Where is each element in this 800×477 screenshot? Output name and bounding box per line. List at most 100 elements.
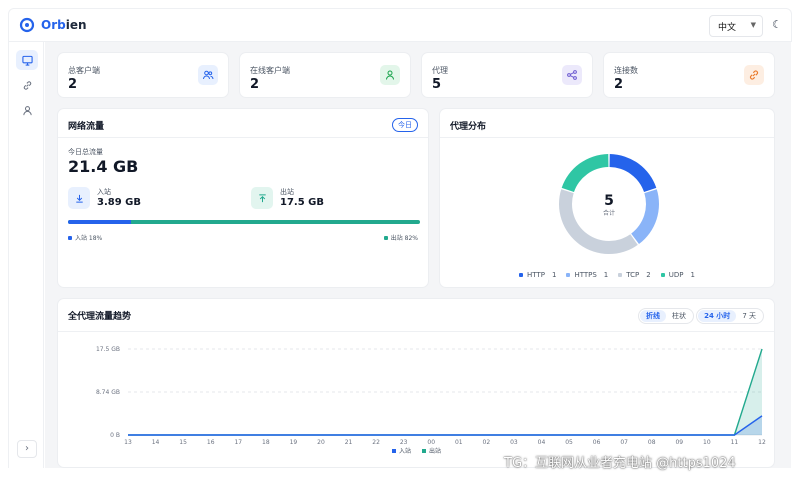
inbound-legend-text: 入站 18% xyxy=(75,235,103,242)
upload-icon xyxy=(251,187,273,209)
brand-name: Orbien xyxy=(41,18,87,32)
chart-mode-toggle: 折线 柱状 xyxy=(638,308,694,324)
x-tick-label: 06 xyxy=(593,439,601,446)
sidebar-item-clients[interactable] xyxy=(16,100,38,120)
traffic-trend-panel: 全代理流量趋势 折线 柱状 24 小时 7 天 17.5 GB 8.74 GB 0 … xyxy=(57,298,775,468)
mode-line-option[interactable]: 折线 xyxy=(640,310,666,322)
x-tick-label: 09 xyxy=(675,439,683,446)
sidebar-expand-button[interactable]: › xyxy=(17,440,37,458)
sidebar-item-proxies[interactable] xyxy=(16,75,38,95)
legend-label[interactable]: 入站 xyxy=(399,447,411,455)
stat-card-connections: 连接数 2 xyxy=(603,52,775,98)
inbound-swatch xyxy=(68,235,72,240)
inbound-value: 3.89 GB xyxy=(97,197,141,208)
area-outbound xyxy=(128,349,762,435)
y-tick-label: 0 B xyxy=(110,432,120,439)
x-tick-label: 13 xyxy=(124,439,132,446)
divider xyxy=(440,137,774,138)
legend-count: 1 xyxy=(690,271,695,279)
network-traffic-panel: 网络流量 今日 今日总流量 21.4 GB 入站 3.89 GB 出站 17.5… xyxy=(57,108,429,288)
x-tick-label: 15 xyxy=(179,439,187,446)
legend-label: HTTP xyxy=(527,271,545,279)
legend-item-udp[interactable]: UDP 1 xyxy=(660,271,695,279)
total-traffic-value: 21.4 GB xyxy=(68,157,139,176)
legend-swatch xyxy=(392,449,396,453)
time-range-toggle: 24 小时 7 天 xyxy=(696,308,764,324)
stat-card-online-clients: 在线客户端 2 xyxy=(239,52,411,98)
legend-label: UDP xyxy=(668,271,684,279)
mode-bar-option[interactable]: 柱状 xyxy=(666,310,692,322)
stat-value: 2 xyxy=(250,77,260,92)
legend-count: 2 xyxy=(646,271,651,279)
donut-slice-https[interactable] xyxy=(631,189,659,245)
inbound-ratio-fill xyxy=(68,220,132,224)
language-select[interactable]: 中文 ▼ xyxy=(709,15,763,37)
orbien-logo-icon xyxy=(19,17,35,33)
stat-card-total-clients: 总客户端 2 xyxy=(57,52,229,98)
divider xyxy=(58,331,774,332)
x-tick-label: 17 xyxy=(234,439,242,446)
x-tick-label: 20 xyxy=(317,439,325,446)
inbound-label: 入站 xyxy=(97,188,111,196)
x-tick-label: 11 xyxy=(731,439,739,446)
x-tick-label: 01 xyxy=(455,439,463,446)
range-24h-option[interactable]: 24 小时 xyxy=(698,310,737,322)
top-bar: Orbien 中文 ▼ ☾ xyxy=(8,8,792,42)
x-tick-label: 21 xyxy=(345,439,353,446)
user-icon xyxy=(22,105,32,115)
x-tick-label: 12 xyxy=(758,439,766,446)
stat-label: 总客户端 xyxy=(68,66,100,75)
x-tick-label: 14 xyxy=(152,439,160,446)
today-badge[interactable]: 今日 xyxy=(392,118,418,132)
donut-slice-udp[interactable] xyxy=(561,154,609,193)
panel-title: 代理分布 xyxy=(450,122,487,132)
x-tick-label: 00 xyxy=(427,439,435,446)
panel-title: 网络流量 xyxy=(68,122,105,132)
download-icon xyxy=(68,187,90,209)
total-traffic-label: 今日总流量 xyxy=(68,148,103,156)
stat-value: 5 xyxy=(432,77,442,92)
donut-total-label: 合计 xyxy=(603,209,615,217)
share-icon xyxy=(562,65,582,85)
legend-item-http[interactable]: HTTP 1 xyxy=(519,271,556,279)
x-tick-label: 07 xyxy=(620,439,628,446)
proxy-donut-chart: 5 合计 xyxy=(559,154,659,254)
range-7d-option[interactable]: 7 天 xyxy=(736,310,762,322)
x-tick-label: 22 xyxy=(372,439,380,446)
x-tick-label: 10 xyxy=(703,439,711,446)
proxy-distribution-panel: 代理分布 5 合计 HTTP 1 HTTPS 1 TCP 2 UDP 1 xyxy=(439,108,775,288)
panel-title: 全代理流量趋势 xyxy=(68,312,132,322)
outbound-label: 出站 xyxy=(280,188,294,196)
donut-slice-http[interactable] xyxy=(609,154,657,193)
sidebar: › xyxy=(8,42,44,468)
outbound-legend-text: 出站 82% xyxy=(390,235,418,242)
y-tick-label: 17.5 GB xyxy=(96,346,120,353)
chevron-down-icon: ▼ xyxy=(750,21,756,29)
legend-swatch xyxy=(660,273,665,277)
x-tick-label: 16 xyxy=(207,439,215,446)
legend-label: HTTPS xyxy=(574,271,597,279)
stat-card-proxies: 代理 5 xyxy=(421,52,593,98)
legend-item-tcp[interactable]: TCP 2 xyxy=(618,271,651,279)
legend-label[interactable]: 出站 xyxy=(429,447,441,455)
link-icon xyxy=(23,80,31,90)
x-tick-label: 19 xyxy=(290,439,298,446)
proxy-legend: HTTP 1 HTTPS 1 TCP 2 UDP 1 xyxy=(440,271,774,279)
watermark-text: TG：互联网从业者充电站 @https1024 xyxy=(504,456,736,471)
x-tick-label: 08 xyxy=(648,439,656,446)
legend-count: 1 xyxy=(603,271,609,279)
stat-label: 代理 xyxy=(432,66,448,75)
donut-total: 5 xyxy=(604,193,614,209)
stat-label: 在线客户端 xyxy=(250,66,290,75)
donut-slice-tcp[interactable] xyxy=(559,189,638,254)
legend-item-https[interactable]: HTTPS 1 xyxy=(566,271,608,279)
moon-icon[interactable]: ☾ xyxy=(769,17,785,33)
monitor-icon xyxy=(21,55,33,66)
outbound-legend: 出站 82% xyxy=(383,233,418,242)
sidebar-item-dashboard[interactable] xyxy=(16,50,38,70)
legend-swatch xyxy=(566,273,571,277)
language-value: 中文 xyxy=(718,22,737,33)
users-icon xyxy=(198,65,218,85)
legend-label: TCP xyxy=(626,271,640,279)
x-tick-label: 04 xyxy=(538,439,546,446)
